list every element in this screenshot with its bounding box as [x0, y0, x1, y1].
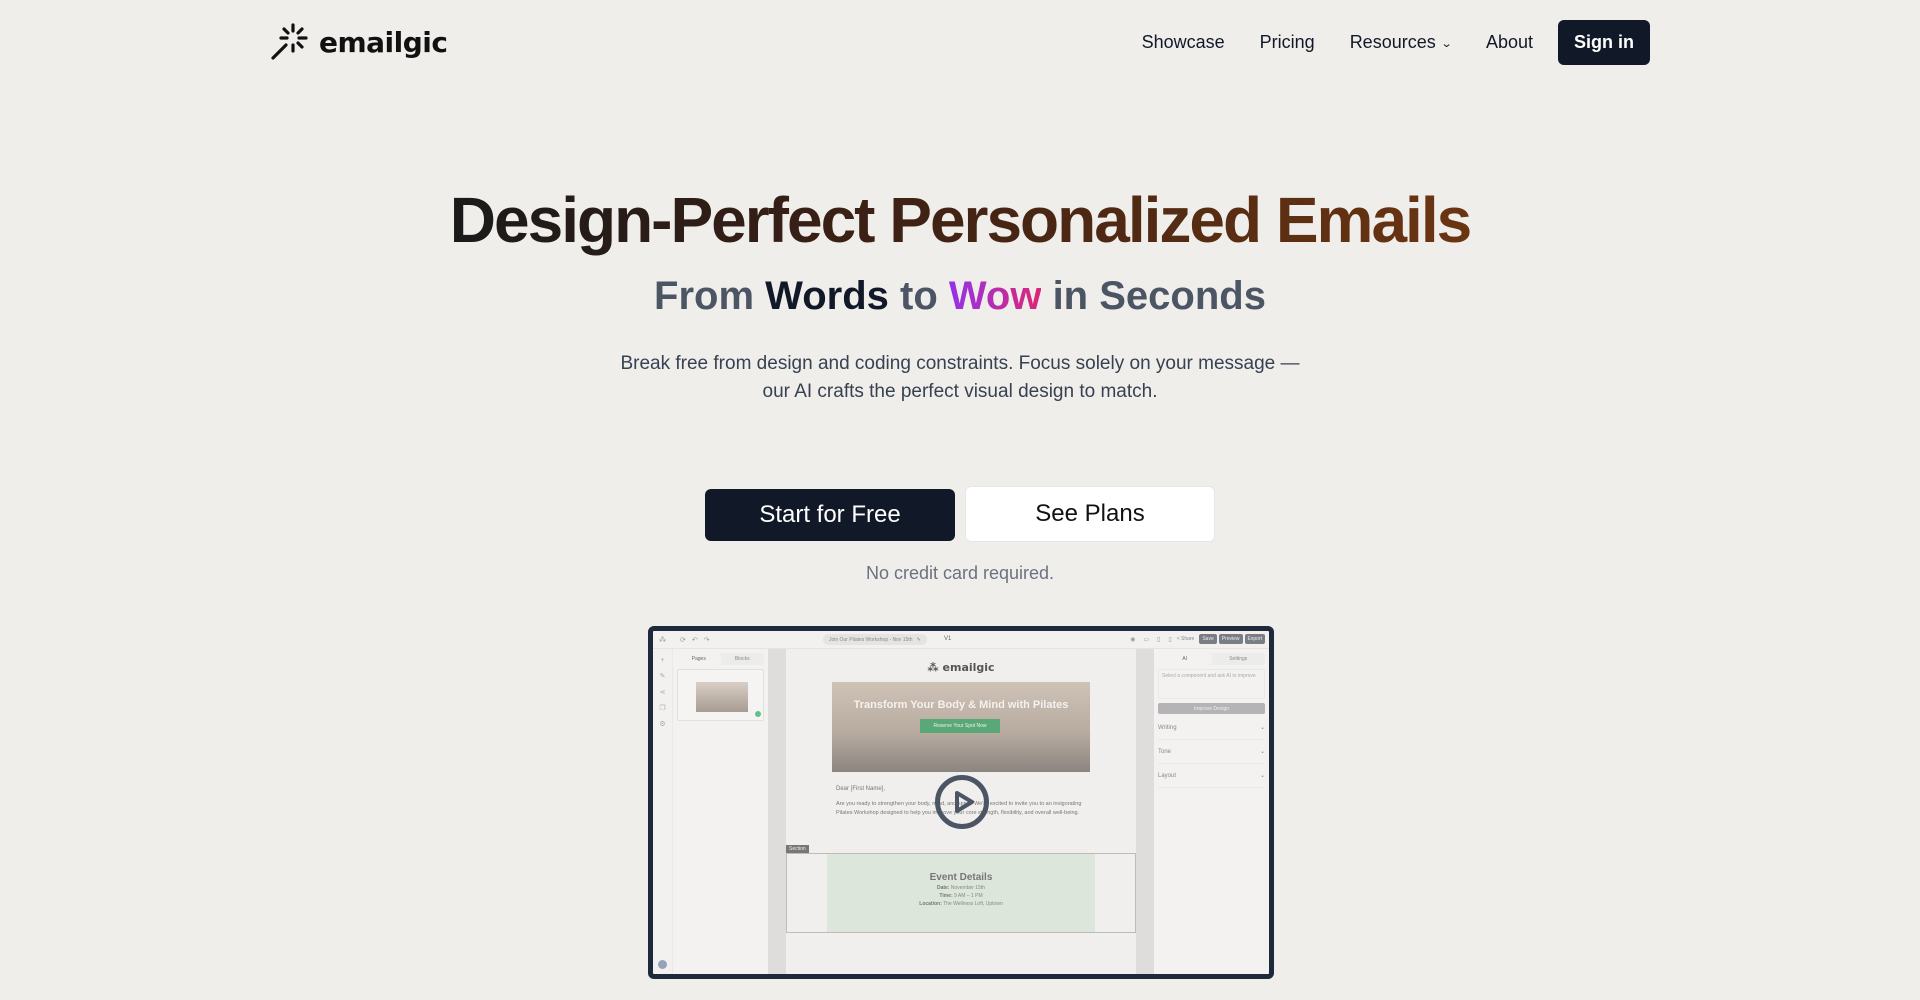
event-time-label: Time: — [939, 893, 953, 899]
canvas-gutter-left — [768, 649, 786, 974]
save-label: Save — [1199, 634, 1217, 644]
share-nodes-icon: ⋖ — [659, 689, 666, 696]
ai-tabs: AI Settings — [1158, 653, 1265, 665]
event-date: Date: November 15th — [827, 885, 1095, 891]
subtitle-words: Words — [765, 274, 889, 318]
pages-panel: Pages Blocks — [673, 649, 768, 974]
chevron-down-icon: ⌄ — [1440, 38, 1453, 50]
event-date-value: November 15th — [949, 885, 986, 891]
refresh-icon: ⟳ — [680, 636, 686, 644]
canvas-gutter-right — [1136, 649, 1154, 974]
settings-tab: Settings — [1229, 656, 1248, 662]
user-avatar — [658, 960, 667, 969]
cta-row: Start for Free See Plans — [0, 486, 1920, 542]
subtitle-to: to — [888, 274, 949, 318]
section-tag: Section — [786, 845, 809, 853]
email-title: Join Our Pilates Workshop - Nov 15th — [829, 636, 913, 643]
export-label: Export — [1244, 634, 1265, 644]
hero-description: Break free from design and coding constr… — [620, 353, 1300, 402]
accordion-tone: Tone ⌄ — [1158, 740, 1265, 764]
subtitle-in-seconds: in Seconds — [1041, 274, 1266, 318]
event-location-label: Location: — [919, 901, 942, 907]
subtitle-wow: Wow — [948, 274, 1042, 318]
chevron-down-icon: ⌄ — [1259, 749, 1265, 755]
magic-wand-icon — [271, 23, 308, 60]
page-thumbnail-image — [696, 682, 748, 712]
nav-link-resources-label: Resources — [1349, 32, 1436, 52]
email-hero-title: Transform Your Body & Mind with Pilates — [853, 699, 1069, 711]
event-section: Event Details Date: November 15th Time: … — [786, 853, 1136, 933]
email-title-pill: Join Our Pilates Workshop - Nov 15th ✎ — [823, 634, 927, 645]
accordion-writing-label: Writing — [1158, 724, 1177, 731]
edit-icon: ✎ — [916, 636, 921, 643]
toolbar-actions: ◉ ▭ ▯ ▯ < Share Save Preview Export — [1127, 634, 1265, 644]
left-rail: + ✎ ⋖ ❐ ⚙ — [653, 649, 673, 974]
start-for-free-button[interactable]: Start for Free — [705, 489, 955, 541]
email-hero-image: Transform Your Body & Mind with Pilates … — [832, 682, 1090, 772]
accordion-layout: Layout ⌄ — [1158, 764, 1265, 788]
play-button[interactable] — [935, 775, 989, 829]
eye-icon: ◉ — [1130, 636, 1136, 643]
hero-subtitle: From Words to Wow in Seconds — [0, 274, 1920, 319]
mobile-icon: ▯ — [1168, 636, 1172, 643]
ai-prompt-textarea: Select a component and ask AI to improve — [1158, 669, 1265, 699]
event-details-block: Event Details Date: November 15th Time: … — [827, 854, 1095, 932]
status-dot — [755, 711, 761, 717]
undo-icon: ↶ — [691, 636, 698, 644]
nav-link-showcase[interactable]: Showcase — [1142, 32, 1225, 53]
see-plans-button[interactable]: See Plans — [965, 486, 1215, 542]
event-location-value: The Wellness Loft, Uptown — [941, 901, 1003, 907]
pencil-icon: ✎ — [659, 673, 666, 680]
share-label: < Share — [1177, 636, 1195, 642]
email-hero-button: Reserve Your Spot Now — [920, 719, 1000, 733]
product-demo-video[interactable]: ⁂ ⟳ ↶ ↷ Join Our Pilates Workshop - Nov … — [648, 626, 1274, 979]
desktop-icon: ▭ — [1143, 636, 1150, 643]
pages-tabs: Pages Blocks — [677, 653, 764, 665]
email-brand-text: emailgic — [942, 661, 995, 674]
brand-name: emailgic — [319, 25, 448, 59]
event-time-value: 9 AM – 1 PM — [952, 893, 983, 899]
brand-logo[interactable]: emailgic — [269, 22, 448, 62]
page-thumbnail — [677, 669, 764, 721]
event-date-label: Date: — [936, 885, 950, 891]
redo-icon: ↷ — [703, 636, 710, 644]
chevron-down-icon: ⌄ — [1259, 725, 1265, 731]
accordion-writing: Writing ⌄ — [1158, 716, 1265, 740]
ai-panel: AI Settings Select a component and ask A… — [1154, 649, 1269, 974]
chevron-down-icon: ⌄ — [1259, 773, 1265, 779]
subtitle-from: From — [654, 274, 766, 318]
pages-tab: Pages — [677, 653, 721, 665]
sign-in-button[interactable]: Sign in — [1558, 20, 1650, 65]
hero-title-text: Design-Perfect Personalized Emails — [449, 184, 1472, 256]
top-nav: emailgic Showcase Pricing Resources ⌄ Ab… — [0, 0, 1920, 86]
share-text: Share — [1181, 636, 1195, 642]
ai-tab: AI — [1158, 653, 1212, 665]
nav-link-pricing[interactable]: Pricing — [1260, 32, 1315, 53]
accordion-tone-label: Tone — [1158, 748, 1172, 755]
version-label: V1 — [944, 636, 952, 642]
play-icon — [955, 791, 974, 813]
blocks-tab: Blocks — [734, 656, 750, 662]
improve-design-label: Improve Design — [1158, 703, 1265, 714]
event-location: Location: The Wellness Loft, Uptown — [827, 901, 1095, 907]
plus-icon: + — [660, 657, 665, 664]
editor-preview: ⁂ ⟳ ↶ ↷ Join Our Pilates Workshop - Nov … — [653, 631, 1269, 974]
nav-links: Showcase Pricing Resources ⌄ About Sign … — [1142, 20, 1650, 65]
hero-title: Design-Perfect Personalized Emails — [0, 183, 1920, 257]
settings-icon: ⚙ — [659, 721, 666, 728]
event-title: Event Details — [929, 872, 993, 883]
tablet-icon: ▯ — [1157, 636, 1161, 643]
editor-toolbar: ⁂ ⟳ ↶ ↷ Join Our Pilates Workshop - Nov … — [653, 631, 1269, 649]
no-credit-card-note: No credit card required. — [865, 563, 1055, 583]
layers-icon: ❐ — [659, 705, 666, 712]
nav-link-about[interactable]: About — [1486, 32, 1533, 53]
accordion-layout-label: Layout — [1158, 772, 1177, 779]
email-brand: ⁂ emailgic — [927, 661, 995, 674]
nav-link-resources[interactable]: Resources ⌄ — [1349, 32, 1453, 53]
preview-label: Preview — [1218, 634, 1243, 644]
event-time: Time: 9 AM – 1 PM — [827, 893, 1095, 899]
magic-wand-icon: ⁂ — [659, 636, 666, 644]
